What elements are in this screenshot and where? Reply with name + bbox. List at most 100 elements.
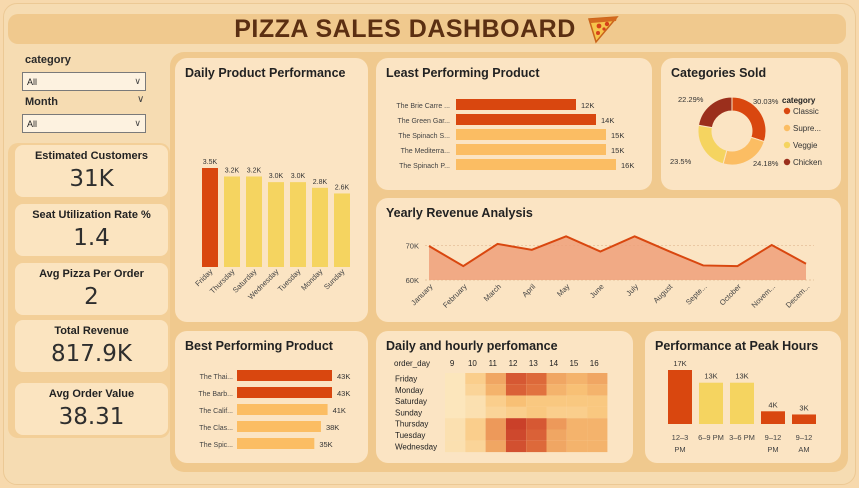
column-header: 14	[549, 359, 558, 368]
heat-cell	[505, 384, 527, 396]
heat-cell	[587, 395, 608, 407]
x-tick-label: Sunday	[322, 267, 347, 292]
data-label: 3.0K	[291, 173, 306, 180]
slice-3	[697, 96, 733, 129]
x-tick-label: February	[441, 282, 469, 310]
month-slicer-dropdown[interactable]: All ∨	[22, 114, 146, 133]
slice-label: 23.5%	[670, 157, 692, 166]
slice-label: 30.03%	[753, 97, 779, 106]
data-label: 41K	[333, 406, 346, 415]
data-label: 15K	[611, 131, 624, 140]
row-label: Saturday	[395, 397, 427, 406]
x-tick-label: PM	[674, 445, 685, 454]
heat-cell	[505, 406, 527, 419]
heat-cell	[566, 429, 588, 441]
daily-performance-card: Daily Product Performance 3.5K Friday 3.2K…	[175, 58, 368, 322]
heat-cell	[587, 384, 608, 396]
heat-cell	[566, 418, 588, 430]
data-label: 12K	[581, 101, 594, 110]
kpi-label: Avg Pizza Per Order	[39, 268, 144, 280]
data-label: 43K	[337, 372, 350, 381]
row-label: Tuesday	[395, 431, 425, 440]
x-tick-label: 9–12	[765, 433, 782, 442]
bar	[761, 411, 785, 424]
column-header: 10	[468, 359, 477, 368]
heat-cell	[546, 395, 567, 407]
kpi-card-total-revenue: Total Revenue 817.9K	[15, 320, 168, 372]
category-label: The Brie Carre ...	[396, 103, 450, 110]
category-label: The Clas...	[199, 425, 233, 432]
x-tick-label: June	[588, 282, 606, 300]
data-label: 35K	[319, 440, 332, 449]
title-bar: PIZZA SALES DASHBOARD	[8, 14, 846, 44]
heat-cell	[546, 384, 567, 396]
category-label: The Spic...	[200, 442, 234, 449]
legend-item: Classic	[793, 107, 819, 116]
least-performing-card: Least Performing Product The Brie Carre …	[376, 58, 652, 190]
kpi-value: 31K	[69, 166, 114, 192]
y-tick-label: 70K	[406, 241, 419, 250]
data-label: 3.2K	[225, 167, 240, 174]
category-label: The Green Gar...	[397, 118, 450, 125]
kpi-value: 1.4	[73, 225, 110, 251]
data-label: 3.5K	[203, 159, 218, 166]
x-tick-label: March	[482, 282, 503, 303]
heat-cell	[526, 418, 547, 430]
heat-cell	[546, 373, 567, 385]
kpi-label: Seat Utilization Rate %	[32, 209, 151, 221]
heat-cell	[485, 429, 506, 441]
kpi-label: Estimated Customers	[34, 150, 149, 162]
heat-cell	[465, 429, 486, 441]
bar	[456, 99, 576, 110]
heat-cell	[546, 418, 567, 430]
bar	[456, 129, 606, 140]
row-label: Sunday	[395, 408, 422, 417]
month-slicer-label: Month	[25, 96, 58, 108]
x-tick-label: 12–3	[672, 433, 689, 442]
slice-2	[697, 124, 728, 165]
chevron-down-icon: ∨	[134, 118, 141, 128]
slice-label: 24.18%	[753, 159, 779, 168]
month-expand-chevron-icon[interactable]: ∨	[137, 94, 144, 105]
heat-cell	[445, 406, 466, 419]
heat-cell	[587, 418, 608, 430]
x-tick-label: August	[651, 281, 675, 305]
bar-wednesday	[268, 182, 284, 267]
heat-cell	[587, 429, 608, 441]
legend-marker	[783, 107, 791, 115]
heat-cell	[566, 373, 588, 385]
bar	[237, 438, 315, 449]
chevron-down-icon: ∨	[134, 76, 141, 86]
heat-cell	[546, 440, 567, 453]
category-label: The Spinach S...	[398, 133, 450, 140]
bar	[456, 144, 606, 155]
heat-cell	[526, 395, 547, 407]
daily-hourly-card: Daily and hourly perfomance order_day 9 10…	[376, 331, 633, 463]
heat-cell	[485, 440, 506, 453]
x-tick-label: May	[555, 282, 572, 299]
heat-cell	[546, 429, 567, 441]
bar-tuesday	[290, 182, 306, 267]
x-tick-label: July	[624, 282, 640, 298]
x-tick-label: January	[409, 282, 434, 307]
kpi-card-avg-order-value: Avg Order Value 38.31	[15, 383, 168, 435]
x-tick-label: Septe...	[684, 282, 709, 307]
data-label: 38K	[326, 423, 339, 432]
legend-marker	[783, 141, 791, 149]
x-tick-label: Tuesday	[276, 267, 303, 294]
best-performing-chart: The Thai... 43K The Barb... 43K The Calif...…	[198, 370, 350, 449]
heat-cell	[566, 395, 588, 407]
peak-hours-card: Performance at Peak Hours 17K 12–3 PM 13K 6–…	[645, 331, 841, 463]
row-label: Thursday	[395, 420, 428, 429]
category-slicer-dropdown[interactable]: All ∨	[22, 72, 146, 91]
heat-cell	[445, 373, 466, 385]
kpi-value: 38.31	[58, 404, 125, 430]
bar	[730, 382, 754, 424]
category-label: The Spinach P...	[399, 163, 450, 170]
column-header: 15	[569, 359, 578, 368]
x-tick-label: 6–9 PM	[698, 433, 724, 442]
row-label: Wednesday	[395, 442, 437, 451]
x-tick-label: 3–6 PM	[729, 433, 755, 442]
category-label: The Calif...	[199, 408, 233, 415]
row-header: order_day	[394, 359, 430, 368]
